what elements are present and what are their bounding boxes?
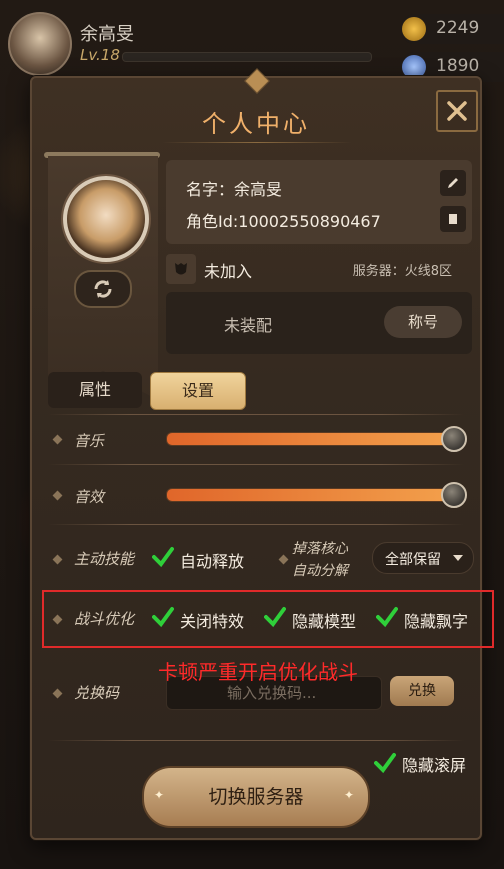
redeem-button[interactable]: 兑换 [390,676,454,706]
role-id-line: 角色Id:10002550890467 [186,212,381,231]
active-skill-label: 主动技能 [74,550,135,568]
hide-scroll-label: 隐藏滚屏 [402,756,467,775]
redeem-code-label: 兑换码 [74,684,120,702]
drop-option-value: 全部保留 [385,552,441,568]
bullet-icon [52,688,63,699]
panel-title: 个人中心 [202,110,310,138]
bullet-icon [52,554,63,565]
guild-row: 未加入 服务器：火线8区 [166,252,472,288]
coin-icon [402,17,426,41]
refresh-icon [94,280,112,298]
hud-avatar[interactable] [8,12,72,76]
player-portrait[interactable] [63,176,149,262]
edit-name-button[interactable] [440,170,466,196]
chevron-down-icon [453,555,463,561]
guild-status: 未加入 [204,262,253,281]
bullet-icon [52,434,63,445]
hide-scroll-checkbox[interactable] [374,752,396,774]
auto-decompose-label: 自动分解 [292,563,348,579]
sparkle-icon: ✦ [154,788,165,802]
auto-cast-label: 自动释放 [180,552,245,571]
music-slider[interactable] [166,426,467,452]
drop-core-label: 掉落核心 [292,541,348,557]
music-slider-knob[interactable] [441,426,467,452]
gem-amount: 1890 [436,56,480,76]
guild-icon [166,254,196,284]
hud-level: Lv.18 [80,46,120,64]
highlight-box [42,590,494,648]
title-button[interactable]: 称号 [384,306,462,338]
switch-server-button[interactable]: ✦ 切换服务器 ✦ [142,766,370,828]
hud-player-name: 余高旻 [80,24,134,45]
change-avatar-button[interactable] [74,270,132,308]
auto-cast-checkbox[interactable] [152,546,174,568]
tab-settings[interactable]: 设置 [150,372,246,410]
close-button[interactable] [436,90,478,132]
server-name: 服务器：火线8区 [352,264,452,279]
sparkle-icon: ✦ [344,788,355,802]
player-info-box: 名字：余高旻 角色Id:10002550890467 [166,160,472,244]
player-hud: 余高旻 Lv.18 2249 1890 [0,0,504,82]
switch-server-label: 切换服务器 [208,786,304,808]
divider [48,464,464,465]
copy-icon [449,214,457,224]
sfx-slider-knob[interactable] [441,482,467,508]
tab-attributes[interactable]: 属性 [48,372,142,408]
annotation-text: 卡顿严重开启优化战斗 [158,660,358,684]
player-name-line: 名字：余高旻 [186,180,283,199]
divider [48,524,464,525]
bullet-icon [278,554,289,565]
coin-amount: 2249 [436,18,480,38]
drop-option-select[interactable]: 全部保留 [372,542,474,574]
coin-counter: 2249 [400,14,504,44]
close-icon [447,101,467,121]
sfx-label: 音效 [74,488,105,506]
title-status: 未装配 [224,316,273,335]
copy-id-button[interactable] [440,206,466,232]
music-label: 音乐 [74,432,105,450]
title-box: 未装配 称号 [166,292,472,354]
pencil-icon [448,178,458,188]
profile-panel: 个人中心 名字：余高旻 角色Id:10002550890467 未加入 服务器：… [30,68,482,840]
divider [48,414,464,415]
sfx-slider[interactable] [166,482,467,508]
hud-exp-bar [122,52,372,62]
bullet-icon [52,490,63,501]
divider [48,740,464,741]
title-divider [162,142,352,143]
